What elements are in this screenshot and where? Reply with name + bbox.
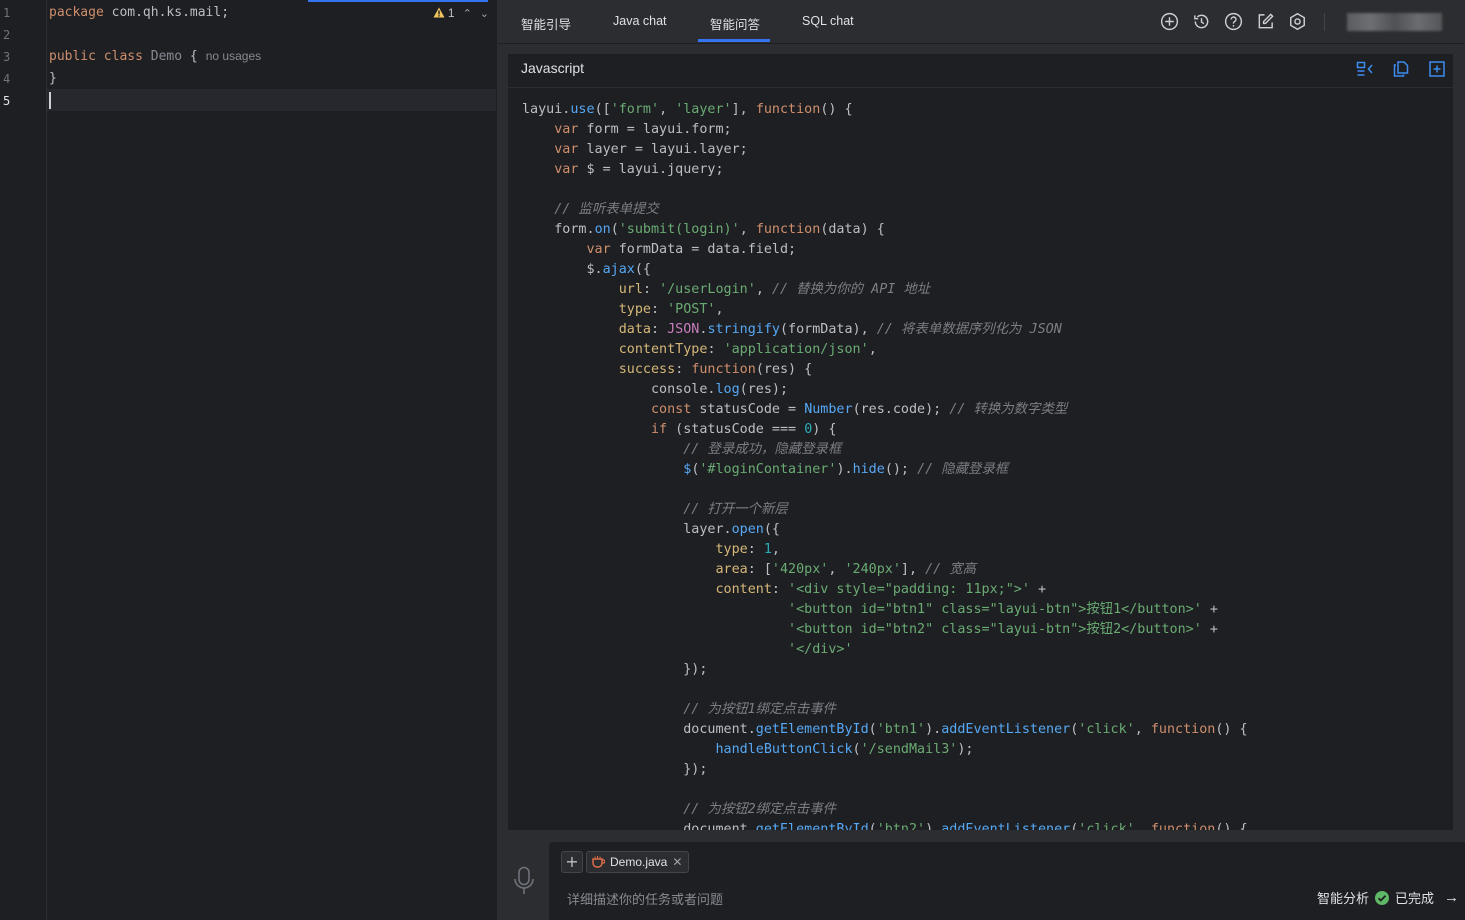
brace: { [189, 49, 198, 64]
loading-progress-bar [308, 0, 488, 2]
tab-smart-guide[interactable]: 智能引导 [521, 14, 571, 33]
code-line: // 为按钮1绑定点击事件 [683, 702, 837, 717]
java-file-icon [592, 856, 605, 868]
code-line: var layer = layui.layer; [554, 142, 748, 157]
code-line: contentType: 'application/json', [618, 342, 877, 357]
code-line: // 登录成功，隐藏登录框 [683, 442, 842, 457]
code-editor[interactable]: 1 2 3 4 5 package com.qh.ks.mail; public… [0, 0, 498, 920]
panel-tab-bar: 智能引导 Java chat 智能问答 SQL chat [498, 0, 1465, 44]
generated-code[interactable]: layui.use(['form', 'layer'], function() … [522, 100, 1248, 831]
code-line: '</div>' [788, 642, 853, 657]
line-number: 4 [3, 72, 11, 86]
close-icon[interactable]: ✕ [672, 855, 682, 869]
help-icon[interactable] [1224, 12, 1243, 31]
analysis-status: 智能分析 已完成 → [1317, 888, 1459, 907]
keyword: class [103, 49, 143, 64]
code-line-close[interactable]: } [49, 71, 57, 86]
add-context-button[interactable]: + [561, 851, 583, 873]
code-language-label: Javascript [521, 60, 585, 76]
code-block-card: Javascript layui.use(['form', 'layer'], … [508, 54, 1453, 831]
code-line: form.on('submit(login)', function(data) … [522, 222, 885, 237]
line-number: 1 [3, 6, 11, 20]
warning-count: 1 [447, 6, 455, 20]
status-label: 已完成 [1394, 891, 1434, 906]
horizontal-divider[interactable] [498, 830, 1465, 842]
ai-assistant-panel: 智能引导 Java chat 智能问答 SQL chat Javascript … [498, 0, 1465, 920]
context-file-name: Demo.java [610, 855, 668, 869]
chat-input-placeholder[interactable]: 详细描述你的任务或者问题 [567, 889, 723, 908]
code-line: const statusCode = Number(res.code); // … [651, 402, 1068, 417]
inspection-widget[interactable]: 1 ⌃ ⌄ [433, 6, 489, 20]
code-line-class[interactable]: public class Demo { no usages [49, 49, 261, 64]
line-number: 5 [3, 94, 11, 108]
settings-icon[interactable] [1288, 12, 1307, 31]
chevron-up-icon[interactable]: ⌃ [463, 7, 472, 20]
send-arrow-icon[interactable]: → [1444, 889, 1459, 906]
package-name: com.qh.ks.mail; [103, 5, 230, 20]
code-line: content: '<div style="padding: 11px;">' … [715, 582, 1047, 597]
code-line: // 监听表单提交 [554, 202, 659, 217]
keyword: package [49, 5, 104, 20]
code-line: var form = layui.form; [554, 122, 732, 137]
code-line-package[interactable]: package com.qh.ks.mail; [49, 5, 229, 20]
line-number: 2 [3, 28, 11, 42]
check-circle-icon [1374, 890, 1389, 905]
mode-label[interactable]: 智能分析 [1317, 888, 1369, 907]
chevron-down-icon[interactable]: ⌄ [480, 7, 489, 20]
history-icon[interactable] [1192, 12, 1211, 31]
code-line: var $ = layui.jquery; [554, 162, 724, 177]
code-line: success: function(res) { [618, 362, 813, 377]
toolbar-separator [1324, 13, 1325, 31]
code-line: $.ajax({ [522, 262, 651, 277]
chat-input-area: + Demo.java ✕ 详细描述你的任务或者问题 智能分析 已完成 → [498, 842, 1465, 920]
code-line: handleButtonClick('/sendMail3'); [715, 742, 974, 757]
new-file-icon[interactable] [1428, 60, 1446, 78]
keyword: public [49, 49, 96, 64]
text-caret [49, 92, 51, 109]
code-line: if (statusCode === 0) { [651, 422, 837, 437]
code-line: // 打开一个新层 [683, 502, 788, 517]
context-file-chip[interactable]: Demo.java ✕ [586, 851, 690, 873]
code-block-header: Javascript [508, 54, 1453, 88]
code-line: area: ['420px', '240px'], // 宽高 [715, 562, 977, 577]
plus-circle-icon[interactable] [1160, 12, 1179, 31]
code-line: type: 'POST', [618, 302, 724, 317]
code-line: $('#loginContainer').hide(); // 隐藏登录框 [683, 462, 1009, 477]
code-line: layui.use(['form', 'layer'], function() … [522, 102, 853, 117]
line-number-gutter: 1 2 3 4 5 [0, 0, 47, 920]
code-line: '<button id="btn1" class="layui-btn">按钮1… [788, 602, 1218, 617]
code-line: // 为按钮2绑定点击事件 [683, 802, 837, 817]
copy-icon[interactable] [1392, 60, 1410, 78]
code-line: document.getElementById('btn1').addEvent… [522, 722, 1248, 737]
code-line: url: '/userLogin', // 替换为你的 API 地址 [618, 282, 931, 297]
tab-java-chat[interactable]: Java chat [613, 14, 667, 28]
code-line: type: 1, [715, 542, 780, 557]
brace: } [49, 71, 57, 86]
insert-icon[interactable] [1356, 60, 1374, 78]
code-line: }); [683, 762, 708, 777]
warning-indicator[interactable]: 1 [433, 6, 455, 20]
tab-sql-chat[interactable]: SQL chat [802, 14, 854, 28]
code-line: data: JSON.stringify(formData), // 将表单数据… [618, 322, 1062, 337]
code-line: }); [683, 662, 708, 677]
code-line: console.log(res); [522, 382, 789, 397]
chat-input-box[interactable]: + Demo.java ✕ 详细描述你的任务或者问题 智能分析 已完成 → [549, 842, 1465, 920]
tab-smart-qa[interactable]: 智能问答 [710, 14, 760, 33]
edit-icon[interactable] [1256, 12, 1275, 31]
usages-hint[interactable]: no usages [206, 49, 261, 63]
avatar[interactable] [1347, 13, 1442, 31]
line-number: 3 [3, 50, 11, 64]
code-line: layer.open({ [522, 522, 780, 537]
microphone-icon[interactable] [513, 866, 535, 896]
current-line-highlight [47, 89, 496, 111]
warning-icon [433, 7, 445, 18]
active-tab-indicator [698, 39, 770, 42]
class-name: Demo [150, 49, 183, 64]
code-line: '<button id="btn2" class="layui-btn">按钮2… [788, 622, 1218, 637]
code-line: var formData = data.field; [586, 242, 797, 257]
